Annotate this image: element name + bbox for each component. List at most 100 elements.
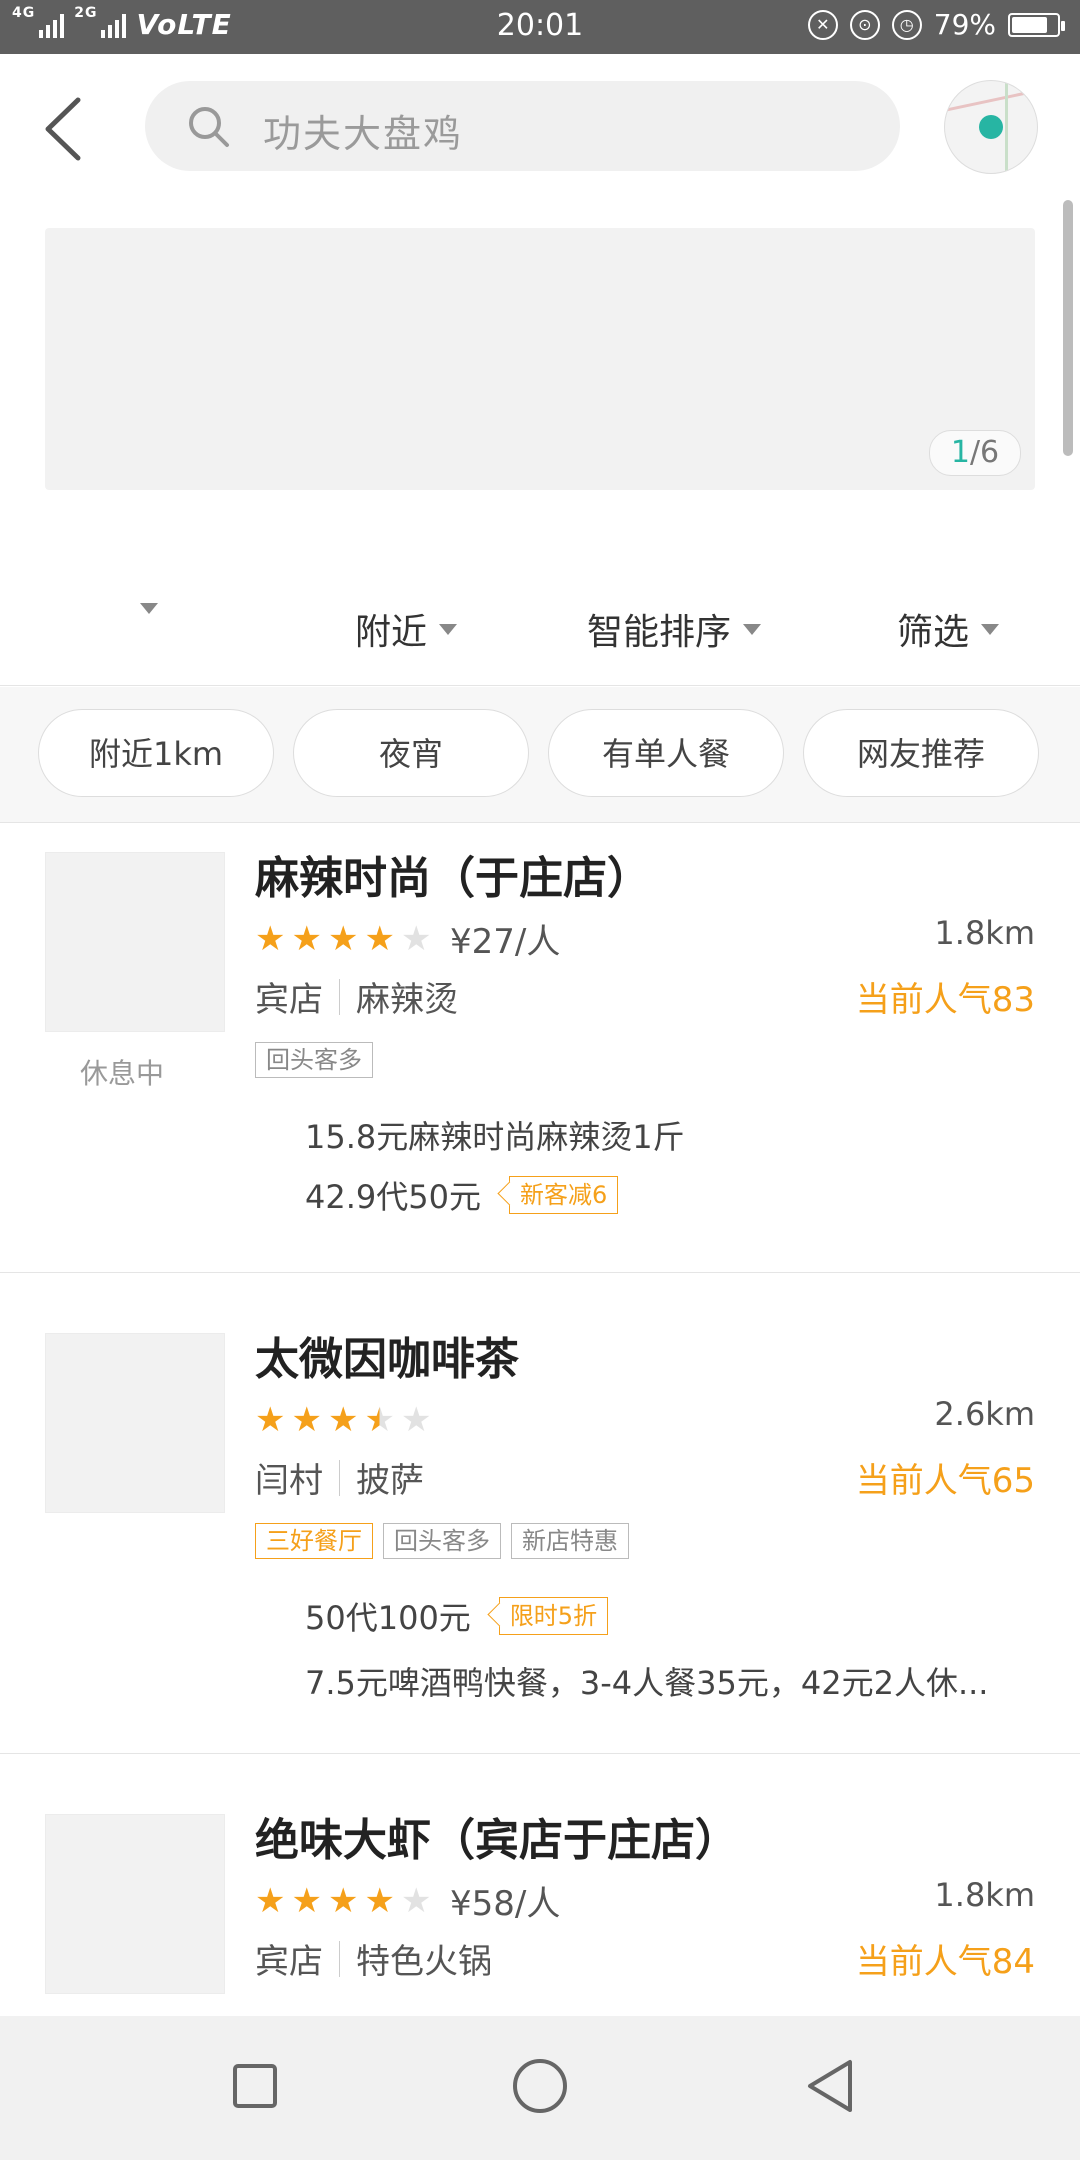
star-full-icon: ★ [327, 1400, 359, 1440]
star-full-icon: ★ [291, 1881, 322, 1921]
tag-list: 三好餐厅 回头客多 新店特惠 [255, 1523, 629, 1559]
filter-nearby[interactable]: 附近 [355, 603, 458, 655]
deal-badge: 限时5折 [498, 1597, 609, 1635]
restaurant-status: 休息中 [80, 1057, 165, 1090]
divider [339, 1940, 340, 1977]
deal-text: 42.9代50元 [305, 1178, 481, 1216]
filter-sort[interactable]: 智能排序 [587, 603, 762, 655]
deal-row[interactable]: 50代100元 限时5折 [305, 1593, 609, 1639]
star-full-icon: ★ [364, 919, 395, 959]
battery-icon [1008, 12, 1065, 37]
caret-down-icon [439, 623, 458, 635]
divider [339, 978, 340, 1015]
star-half-icon: ★ [364, 1400, 395, 1440]
scrollbar[interactable] [1063, 200, 1073, 456]
star-rating: ★ ★ ★ ★ ★ [255, 1403, 431, 1437]
distance: 2.6km [934, 1395, 1035, 1433]
square-icon [233, 2064, 277, 2108]
filter-label: 附近 [355, 612, 428, 653]
category: 麻辣烫 [356, 980, 458, 1020]
quick-filter-bar: 附近1km 夜宵 有单人餐 网友推荐 [0, 687, 1080, 823]
feature-tag: 回头客多 [383, 1523, 501, 1559]
chevron-left-icon [45, 97, 81, 161]
star-rating: ★ ★ ★ ★ ★ [255, 922, 431, 956]
deal-row[interactable]: 42.9代50元 新客减6 [305, 1172, 619, 1218]
top-bar: 功夫大盘鸡 [0, 54, 1080, 194]
star-full-icon: ★ [255, 1400, 286, 1440]
distance: 1.8km [934, 914, 1035, 952]
search-bar[interactable]: 功夫大盘鸡 [145, 81, 900, 171]
star-full-icon: ★ [327, 919, 359, 959]
filter-category[interactable] [128, 603, 158, 614]
banner-pager: 1/6 [929, 430, 1021, 476]
back-nav-button[interactable] [800, 2056, 860, 2116]
deal-text: 50代100元 [305, 1599, 471, 1637]
deal-text: 15.8元麻辣时尚麻辣烫1斤 [305, 1118, 685, 1156]
avg-price: ¥27/人 [450, 922, 561, 962]
deal-row[interactable]: 7.5元啤酒鸭快餐，3-4人餐35元，42元2人休... [305, 1658, 988, 1704]
system-nav-bar [0, 2016, 1080, 2160]
home-button[interactable] [510, 2056, 570, 2116]
quick-filter-chip[interactable]: 附近1km [38, 709, 274, 797]
caret-down-icon [140, 603, 158, 614]
pager-current: 1 [950, 435, 970, 470]
deal-row[interactable]: 15.8元麻辣时尚麻辣烫1斤 [305, 1112, 685, 1158]
status-bar: 4G 2G VoLTE 20:01 ✕ ⊙ ◷ 79% [0, 0, 1080, 54]
restaurant-thumbnail [45, 1333, 225, 1513]
restaurant-name: 太微因咖啡茶 [255, 1334, 519, 1385]
battery-fill [1012, 16, 1047, 33]
caret-down-icon [981, 623, 1000, 635]
star-full-icon: ★ [291, 919, 322, 959]
quick-filter-chip[interactable]: 有单人餐 [548, 709, 784, 797]
battery-percent: 79% [933, 8, 996, 41]
restaurant-name: 麻辣时尚（于庄店） [255, 853, 651, 904]
avg-price: ¥58/人 [450, 1884, 561, 1924]
restaurant-meta: 宾店 麻辣烫 [255, 972, 458, 1021]
restaurant-thumbnail [45, 852, 225, 1032]
star-rating: ★ ★ ★ ★ ★ [255, 1884, 431, 1918]
restaurant-name: 绝味大虾（宾店于庄店） [255, 1815, 739, 1866]
star-full-icon: ★ [255, 1881, 286, 1921]
caret-down-icon [743, 623, 762, 635]
feature-tag: 三好餐厅 [255, 1523, 373, 1559]
filter-label: 智能排序 [587, 612, 732, 653]
deal-badge: 新客减6 [508, 1176, 619, 1214]
filter-bar: 附近 智能排序 筛选 [0, 575, 1080, 686]
restaurant-meta: 宾店 特色火锅 [255, 1934, 492, 1983]
circle-icon [513, 2059, 567, 2113]
feature-tag: 新店特惠 [511, 1523, 629, 1559]
filter-label: 筛选 [897, 612, 970, 653]
distance: 1.8km [934, 1876, 1035, 1914]
tag-list: 回头客多 [255, 1042, 373, 1078]
alarm-icon: ◷ [891, 9, 922, 40]
map-icon [945, 89, 1037, 112]
star-full-icon: ★ [327, 1881, 359, 1921]
star-full-icon: ★ [255, 919, 286, 959]
restaurant-card[interactable]: 太微因咖啡茶 ★ ★ ★ ★ ★ 2.6km 闫村 披萨 当前人气65 三好餐厅 回头客多新… [0, 1303, 1080, 1754]
map-button[interactable] [944, 80, 1038, 174]
filter-screen[interactable]: 筛选 [897, 603, 1000, 655]
map-road [1005, 81, 1008, 173]
banner-carousel[interactable]: 1/6 [45, 228, 1035, 490]
quick-filter-chip[interactable]: 网友推荐 [803, 709, 1039, 797]
restaurant-meta: 闫村 披萨 [255, 1453, 424, 1502]
triangle-back-icon [808, 2060, 852, 2112]
restaurant-card[interactable]: 绝味大虾（宾店于庄店） ★ ★ ★ ★ ★ ¥58/人 1.8km 宾店 特色火锅 当前人… [0, 1784, 1080, 2016]
area: 闫村 [255, 1461, 323, 1501]
quick-filter-chip[interactable]: 夜宵 [293, 709, 529, 797]
feature-tag: 回头客多 [255, 1042, 373, 1078]
mute-icon: ✕ [807, 9, 838, 40]
category: 披萨 [356, 1461, 424, 1501]
area: 宾店 [255, 1942, 323, 1982]
star-full-icon: ★ [364, 1881, 395, 1921]
search-placeholder: 功夫大盘鸡 [263, 112, 464, 156]
location-dot [979, 115, 1003, 139]
star-empty-icon: ★ [400, 1400, 432, 1440]
recent-apps-button[interactable] [225, 2056, 285, 2116]
restaurant-thumbnail [45, 1814, 225, 1994]
deal-text: 7.5元啤酒鸭快餐，3-4人餐35元，42元2人休... [305, 1664, 989, 1702]
star-full-icon: ★ [291, 1400, 322, 1440]
back-button[interactable] [40, 94, 100, 164]
restaurant-card[interactable]: 休息中 麻辣时尚（于庄店） ★ ★ ★ ★ ★ ¥27/人 1.8km 宾店 麻辣烫 当前… [0, 822, 1080, 1273]
search-icon [187, 105, 231, 153]
